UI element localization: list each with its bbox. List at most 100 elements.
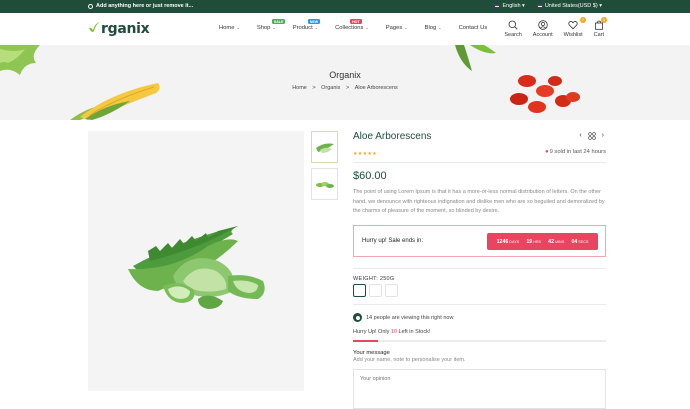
rating-stars[interactable]: ★★★★★ [353,151,377,157]
nav-label: Home [219,25,235,31]
nav-item-pages[interactable]: Pages ⌄ [386,25,408,31]
account-label: Account [532,32,553,38]
nav-badge: HOT [350,19,362,24]
stock-notice: Hurry Up! Only 10 Left in Stock! [353,329,431,335]
chevron-down-icon: ⌄ [365,25,369,30]
currency-selector[interactable]: United States(USD $) ▾ [536,3,602,9]
weight-label: WEIGHT: 250G [353,276,395,282]
timer-days: 1246DAYS [496,238,520,245]
chevron-down-icon: ⌄ [236,25,240,30]
aloe-thumbnail-image [316,143,334,153]
aloe-slices-thumbnail-image [316,182,334,188]
message-input[interactable] [353,369,606,409]
divider [353,304,606,305]
nav-item-product[interactable]: Product ⌄ NEW [292,19,321,31]
next-product-button[interactable]: › [602,132,604,141]
leaf-image [455,45,496,71]
sold-count: ●9 sold in last 24 hours [545,149,606,155]
chevron-down-icon: ⌄ [314,25,319,30]
nav-item-collections[interactable]: Collections ⌄ HOT [335,19,369,31]
cart-count: 0 [601,17,607,23]
wishlist-label: Wishlist [563,32,583,38]
heart-icon [568,21,578,30]
wishlist-count: 0 [579,17,586,23]
cart-label: Cart [593,32,604,38]
countdown-timer: 1246DAYS 19HRS 42MINS 04SECS [487,233,598,250]
viewers-notice: 14 people are viewing this right now [353,313,453,322]
aloe-image [128,226,265,309]
currency-label: United States(USD $) [544,3,598,9]
product-title: Aloe Arborescens [353,131,432,142]
nav-item-shop[interactable]: Shop ⌄ SALE [257,19,286,31]
nav-label: Product [292,25,313,31]
page-banner: Organix Home > Organix > Aloe Arborescen… [0,45,690,120]
divider [353,268,606,269]
thumbnail-1[interactable] [311,131,338,163]
nav-item-contact-us[interactable]: Contact Us [459,25,488,31]
timer-secs: 04SECS [571,238,589,245]
sale-label: Hurry up! Sale ends in: [362,238,424,244]
chevron-down-icon: ⌄ [438,25,442,30]
product-description: The point of using Lorem Ipsum is that i… [353,189,605,214]
us-flag-icon [536,3,543,8]
nav-label: Pages [385,25,403,31]
nav-item-blog[interactable]: Blog ⌄ [425,25,442,31]
logo-text: rganix [101,21,150,37]
stock-progress-fill [353,340,379,342]
breadcrumb-collection[interactable]: Organix [321,85,340,91]
chevron-down-icon: ⌄ [272,25,276,30]
page-title: Organix [329,70,361,80]
nav-badge: SALE [271,19,286,24]
cart-button[interactable]: 0 Cart [593,17,607,38]
sale-countdown: Hurry up! Sale ends in: 1246DAYS 19HRS 4… [353,225,606,257]
timer-hours: 19HRS [526,238,542,245]
wishlist-button[interactable]: 0 Wishlist [563,17,586,38]
stock-progress-bar [353,340,606,342]
nav-item-home[interactable]: Home ⌄ [219,25,240,31]
message-title: Your message [353,350,390,356]
site-header: rganix Home ⌄ Shop ⌄ SALE Product ⌄ NEW Collecti… [0,13,690,45]
weight-option-2[interactable] [369,284,382,297]
sold-text: 9 sold in last 24 hours [549,149,606,155]
corn-image [70,83,160,120]
weight-option-3[interactable] [385,284,398,297]
search-icon [508,20,518,30]
nav-badge: NEW [307,19,321,24]
breadcrumb: Home > Organix > Aloe Arborescens [0,85,690,91]
product-price: $60.00 [353,170,387,182]
language-label: English [502,3,521,9]
search-button[interactable]: Search [504,20,522,38]
product-main-image[interactable] [88,131,304,391]
check-circle-icon [88,3,93,9]
nav-label: Blog [424,25,437,31]
announcement-bar: Add anything here or just remove it... E… [0,0,690,13]
logo[interactable]: rganix [88,21,150,37]
grid-icon[interactable] [587,132,596,141]
weight-option-1[interactable] [353,284,366,297]
announcement-text: Add anything here or just remove it... [96,3,194,9]
announcement: Add anything here or just remove it... [88,3,193,9]
breadcrumb-separator: > [312,85,316,91]
nav-label: Contact Us [458,25,488,31]
eye-icon [353,313,362,322]
message-subtitle: Add your name, note to personalise your … [353,357,466,363]
breadcrumb-home[interactable]: Home [292,85,307,91]
account-button[interactable]: Account [533,20,553,38]
divider [353,162,606,163]
prev-product-button[interactable]: ‹ [579,132,581,141]
breadcrumb-separator: > [345,85,350,91]
thumbnail-2[interactable] [311,168,338,200]
chevron-down-icon: ⌄ [404,25,408,30]
us-flag-icon [494,3,501,8]
timer-mins: 42MINS [548,238,565,245]
main-nav: Home ⌄ Shop ⌄ SALE Product ⌄ NEW Collections ⌄ HOT… [219,19,504,31]
language-selector[interactable]: English ▾ [494,3,525,9]
weight-options [353,284,398,297]
viewers-text: 14 people are viewing this right now [366,314,454,321]
search-label: Search [504,32,522,38]
fire-icon: ● [545,149,549,155]
user-icon [538,20,548,30]
nav-label: Collections [335,25,364,31]
breadcrumb-current: Aloe Arborescens [354,85,398,91]
leaf-logo-icon [88,21,101,37]
